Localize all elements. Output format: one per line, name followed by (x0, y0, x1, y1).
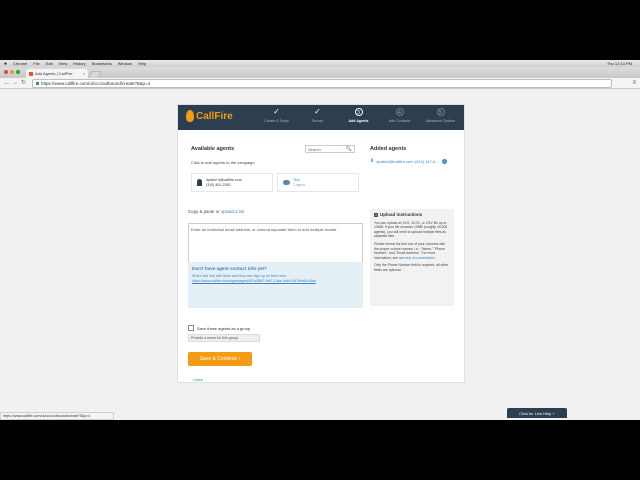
search-placeholder: Search (308, 146, 321, 152)
tab-add-agents[interactable]: Add Agents | CallFire × (26, 69, 88, 78)
step-label: Add Agents (348, 119, 369, 123)
browser-window: ● Chrome File Edit View History Bookmark… (0, 60, 640, 420)
menu-window[interactable]: Window (118, 61, 132, 66)
tab-close-icon[interactable]: × (83, 71, 85, 76)
save-group-checkbox[interactable] (188, 325, 194, 331)
save-as-group-option[interactable]: Save these agents as a group (188, 325, 250, 331)
added-agents-heading: Added agents (370, 146, 407, 152)
step-add-contacts[interactable]: 4 Add Contacts (379, 108, 420, 130)
menu-history[interactable]: History (73, 61, 85, 66)
add-icon[interactable]: + (441, 158, 447, 164)
step-advanced-options[interactable]: 5 Advanced Options (420, 108, 461, 130)
step-create-script[interactable]: ✓ Create & Script (256, 108, 297, 130)
agent-card[interactable]: dpatlu+4@callfire.com (310) 401-2262 (191, 173, 273, 192)
added-agent-item[interactable]: ⬇ dpatlu4@callfire.com (310) 317-9... + (370, 158, 447, 164)
logo-text: CallFire (196, 110, 233, 122)
step-number: 5 (436, 108, 445, 116)
step-label: Advanced Options (425, 119, 456, 123)
apple-icon[interactable]: ● (4, 61, 7, 67)
step-add-agents[interactable]: 3 Add Agents (338, 108, 379, 130)
forward-arrow-icon[interactable]: → (12, 80, 18, 86)
copy-paste-label: Copy & paste or (188, 209, 220, 214)
live-help-button[interactable]: Click for Live Help + (507, 408, 567, 418)
help-documentation-link[interactable]: help documentation. (405, 256, 436, 260)
upload-title: Upload instructions (380, 212, 423, 217)
wizard-header: CallFire ✓ Create & Script ✓ Survey 3 Ad… (178, 105, 464, 130)
group-card[interactable]: Test 1 agent (277, 173, 359, 192)
menu-file[interactable]: File (33, 61, 39, 66)
menubar-clock: Thu 12:13 PM (606, 61, 632, 66)
zoom-window-icon[interactable] (16, 70, 20, 74)
page-content: CallFire ✓ Create & Script ✓ Survey 3 Ad… (0, 89, 640, 412)
flame-icon (186, 110, 194, 122)
copy-paste-line: Copy & paste or upload a list (188, 209, 244, 214)
person-icon (197, 179, 202, 186)
agent-phone: (310) 401-2262 (206, 183, 231, 187)
status-bar-url: https://www.callfire.com/ui/ccc/outbound… (0, 412, 114, 420)
url-text: https://www.callfire.com/ui/ccc/outbound… (41, 81, 151, 86)
window-controls (4, 70, 20, 74)
contact-info-panel: Don't have agent contact info yet? Share… (188, 262, 363, 308)
step-label: Create & Script (264, 119, 289, 123)
menu-view[interactable]: View (59, 61, 68, 66)
check-icon: ✓ (273, 107, 280, 116)
menu-chrome[interactable]: Chrome (13, 61, 27, 66)
tab-title: Add Agents | CallFire (35, 71, 73, 76)
group-count: 1 agent (293, 183, 305, 187)
menu-edit[interactable]: Edit (46, 61, 53, 66)
upload-instructions-panel: i Upload instructions You can upload an … (370, 209, 454, 306)
lock-icon (36, 82, 39, 85)
tab-strip: Add Agents | CallFire × (0, 67, 640, 79)
reload-icon[interactable]: ↻ (21, 80, 26, 86)
upload-list-link[interactable]: upload a list (221, 209, 244, 214)
download-icon: ⬇ (370, 158, 375, 164)
info-icon: i (374, 213, 378, 218)
step-label: Add Contacts (388, 119, 411, 123)
back-arrow-icon[interactable]: ← (4, 80, 10, 86)
wizard-card: CallFire ✓ Create & Script ✓ Survey 3 Ad… (177, 104, 465, 383)
back-link[interactable]: ‹ back (192, 377, 203, 382)
callfire-favicon-icon (29, 71, 33, 76)
menu-bookmarks[interactable]: Bookmarks (92, 61, 112, 66)
callfire-logo[interactable]: CallFire (186, 110, 233, 122)
agent-search-input[interactable]: Search 🔍 (305, 145, 355, 153)
available-agents-heading: Available agents (191, 146, 235, 152)
wizard-steps: ✓ Create & Script ✓ Survey 3 Add Agents … (256, 108, 462, 130)
step-survey[interactable]: ✓ Survey (297, 108, 338, 130)
contact-info-heading: Don't have agent contact info yet? (192, 266, 267, 271)
upload-text-1: You can upload an XLS, XLSX, or CSV file… (374, 220, 448, 239)
menu-help[interactable]: Help (138, 61, 146, 66)
save-group-label: Save these agents as a group (197, 325, 251, 331)
step-number: 3 (354, 108, 363, 116)
agent-email: dpatlu+4@callfire.com (206, 178, 242, 182)
close-window-icon[interactable] (4, 70, 8, 74)
browser-menu-icon[interactable]: ≡ (632, 80, 636, 86)
mac-menubar: ● Chrome File Edit View History Bookmark… (0, 60, 640, 67)
url-field[interactable]: https://www.callfire.com/ui/ccc/outbound… (32, 79, 612, 88)
upload-text-3: Only the Phone Number field is required;… (374, 263, 449, 272)
step-label: Survey (311, 119, 324, 123)
upload-text-2: Please format the first row of your colu… (374, 242, 450, 260)
address-bar: ← → ↻ https://www.callfire.com/ui/ccc/ou… (0, 78, 640, 89)
group-name-input[interactable]: Provide a name for this group (188, 334, 260, 342)
added-agent-text: dpatlu4@callfire.com (310) 317-9... (376, 158, 439, 164)
save-continue-button[interactable]: Save & Continue › (188, 352, 252, 366)
search-icon[interactable]: 🔍 (345, 146, 353, 152)
signup-link[interactable]: https://www.callfire.com/agentagent/5Fa4… (192, 279, 359, 284)
available-agents-hint: Click to add agents to the campaign (191, 160, 255, 165)
group-icon (283, 180, 290, 185)
group-name: Test (293, 178, 300, 182)
step-number: 4 (395, 108, 404, 116)
upload-instructions-heading: i Upload instructions (374, 212, 450, 218)
minimize-window-icon[interactable] (10, 70, 14, 74)
check-icon: ✓ (314, 107, 321, 116)
